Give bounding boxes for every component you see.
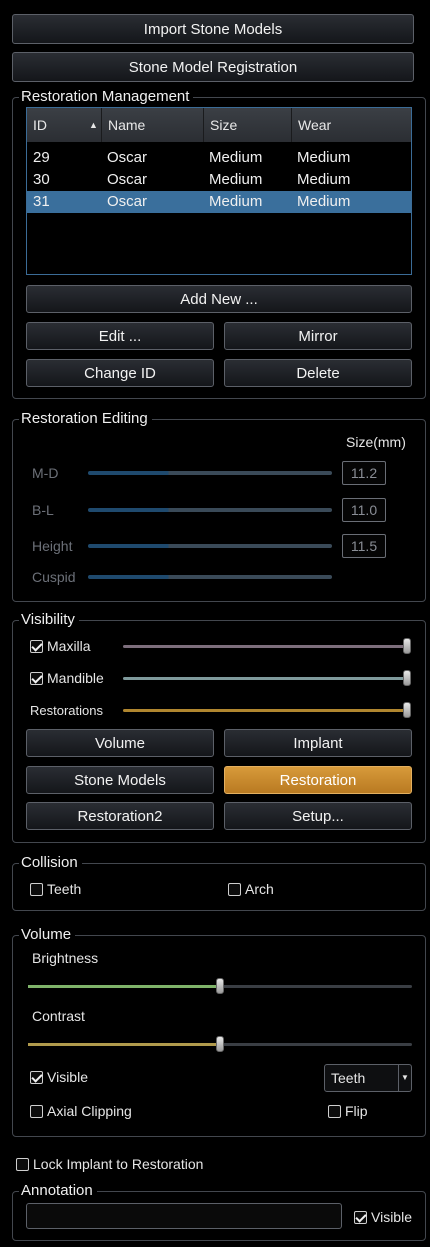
- column-header-id[interactable]: ID ▲: [27, 108, 101, 142]
- brightness-fill: [28, 985, 220, 988]
- annotation-visible-label: Visible: [371, 1209, 412, 1225]
- mirror-button[interactable]: Mirror: [224, 322, 412, 350]
- cell-name: Oscar: [107, 149, 148, 166]
- height-value-field[interactable]: 11.5: [342, 534, 386, 558]
- mandible-label: Mandible: [47, 670, 104, 686]
- cell-name: Oscar: [107, 171, 148, 188]
- stone-models-button[interactable]: Stone Models: [26, 766, 214, 794]
- restoration2-button[interactable]: Restoration2: [26, 802, 214, 830]
- contrast-fill: [28, 1043, 220, 1046]
- teeth-collision-label: Teeth: [47, 881, 82, 897]
- md-label: M-D: [32, 465, 59, 481]
- annotation-text-input[interactable]: [26, 1203, 342, 1229]
- mandible-opacity-slider[interactable]: [123, 677, 409, 680]
- column-header-name[interactable]: Name: [101, 108, 203, 142]
- volume-button[interactable]: Volume: [26, 729, 214, 757]
- cell-size: Medium: [209, 171, 263, 188]
- setup-button[interactable]: Setup...: [224, 802, 412, 830]
- volume-visible-label: Visible: [47, 1069, 88, 1085]
- lock-implant-checkbox[interactable]: [16, 1158, 29, 1171]
- arch-collision-label: Arch: [245, 881, 274, 897]
- delete-button[interactable]: Delete: [224, 359, 412, 387]
- cell-id: 31: [33, 193, 50, 210]
- mandible-checkbox[interactable]: [30, 672, 43, 685]
- restorations-label: Restorations: [30, 703, 103, 718]
- cell-wear: Medium: [297, 171, 351, 188]
- axial-clipping-label: Axial Clipping: [47, 1103, 132, 1119]
- edit-button[interactable]: Edit ...: [26, 322, 214, 350]
- cell-wear: Medium: [297, 149, 351, 166]
- arch-collision-checkbox[interactable]: [228, 883, 241, 896]
- axial-clipping-checkbox[interactable]: [30, 1105, 43, 1118]
- restoration-table[interactable]: ID ▲ Name Size Wear 29 Oscar Medium Medi…: [26, 107, 412, 275]
- restoration-button[interactable]: Restoration: [224, 766, 412, 794]
- table-row[interactable]: 29 Oscar Medium Medium: [27, 147, 411, 169]
- maxilla-label: Maxilla: [47, 638, 91, 654]
- flip-checkbox[interactable]: [328, 1105, 341, 1118]
- cell-wear: Medium: [297, 193, 351, 210]
- bl-label: B-L: [32, 502, 54, 518]
- maxilla-opacity-slider[interactable]: [123, 645, 409, 648]
- chevron-down-icon[interactable]: ▼: [398, 1065, 411, 1091]
- table-row-selected[interactable]: 31 Oscar Medium Medium: [27, 191, 411, 213]
- lock-implant-label: Lock Implant to Restoration: [33, 1156, 204, 1172]
- restorations-slider-thumb[interactable]: [403, 702, 411, 718]
- cell-id: 30: [33, 171, 50, 188]
- stone-model-registration-button[interactable]: Stone Model Registration: [12, 52, 414, 82]
- implant-button[interactable]: Implant: [224, 729, 412, 757]
- volume-title: Volume: [19, 925, 76, 945]
- annotation-title: Annotation: [19, 1181, 97, 1201]
- restorations-opacity-slider[interactable]: [123, 709, 409, 712]
- volume-preset-select[interactable]: Teeth ▼: [324, 1064, 412, 1092]
- restoration-management-title: Restoration Management: [19, 87, 194, 107]
- brightness-label: Brightness: [32, 950, 99, 966]
- cell-name: Oscar: [107, 193, 148, 210]
- add-new-button[interactable]: Add New ...: [26, 285, 412, 313]
- brightness-slider-thumb[interactable]: [216, 978, 224, 994]
- bl-slider[interactable]: [88, 508, 332, 512]
- change-id-button[interactable]: Change ID: [26, 359, 214, 387]
- flip-label: Flip: [345, 1103, 368, 1119]
- volume-preset-value: Teeth: [331, 1070, 366, 1086]
- import-stone-models-button[interactable]: Import Stone Models: [12, 14, 414, 44]
- maxilla-checkbox[interactable]: [30, 640, 43, 653]
- height-label: Height: [32, 538, 73, 554]
- md-value-field[interactable]: 11.2: [342, 461, 386, 485]
- sort-ascending-icon: ▲: [89, 120, 98, 130]
- cuspid-slider[interactable]: [88, 575, 332, 579]
- volume-visible-checkbox[interactable]: [30, 1071, 43, 1084]
- teeth-collision-checkbox[interactable]: [30, 883, 43, 896]
- restoration-editing-title: Restoration Editing: [19, 409, 152, 429]
- column-header-size[interactable]: Size: [203, 108, 291, 142]
- collision-title: Collision: [19, 853, 82, 873]
- bl-value-field[interactable]: 11.0: [342, 498, 386, 522]
- table-header: ID ▲ Name Size Wear: [27, 108, 411, 142]
- table-row[interactable]: 30 Oscar Medium Medium: [27, 169, 411, 191]
- cell-size: Medium: [209, 193, 263, 210]
- size-mm-header: Size(mm): [346, 434, 406, 450]
- annotation-visible-checkbox[interactable]: [354, 1211, 367, 1224]
- cell-size: Medium: [209, 149, 263, 166]
- column-header-wear[interactable]: Wear: [291, 108, 411, 142]
- cuspid-label: Cuspid: [32, 569, 76, 585]
- mandible-slider-thumb[interactable]: [403, 670, 411, 686]
- contrast-label: Contrast: [32, 1008, 85, 1024]
- md-slider[interactable]: [88, 471, 332, 475]
- contrast-slider-thumb[interactable]: [216, 1036, 224, 1052]
- maxilla-slider-thumb[interactable]: [403, 638, 411, 654]
- visibility-title: Visibility: [19, 610, 79, 630]
- cell-id: 29: [33, 149, 50, 166]
- height-slider[interactable]: [88, 544, 332, 548]
